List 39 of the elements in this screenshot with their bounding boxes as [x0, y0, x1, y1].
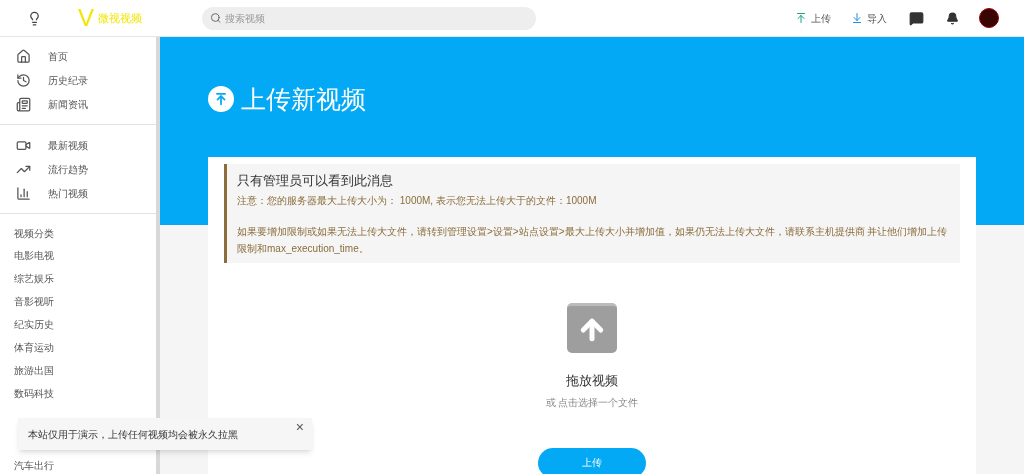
close-button[interactable]: ×	[295, 420, 304, 434]
home-icon	[16, 48, 31, 64]
sidebar-item[interactable]: 流行趋势	[48, 161, 88, 177]
sidebar-item[interactable]: 最新视频	[48, 137, 88, 153]
category-item[interactable]: 音影视听	[14, 294, 54, 309]
search-bar[interactable]: 搜索视频	[202, 6, 536, 30]
dropzone-title: 拖放视频	[566, 372, 618, 390]
notification-icon[interactable]	[946, 11, 959, 25]
notice-title: 只有管理员可以看到此消息	[237, 172, 394, 190]
sidebar-item[interactable]: 历史纪录	[48, 72, 88, 88]
avatar[interactable]	[979, 8, 999, 28]
upload-icon	[795, 12, 807, 24]
category-item[interactable]: 汽车出行	[14, 457, 54, 473]
search-icon	[210, 12, 222, 24]
category-item[interactable]: 旅游出国	[14, 363, 54, 378]
upload-box-icon[interactable]	[567, 303, 617, 353]
sidebar-item[interactable]: 热门视频	[48, 185, 88, 201]
upload-link[interactable]: 上传	[795, 10, 831, 26]
notice-text: 注意：您的服务器最大上传大小为： 1000M, 表示您无法上传大于的文件：1000M	[237, 194, 598, 208]
sidebar-item[interactable]: 首页	[48, 48, 68, 64]
category-item[interactable]: 电影电视	[14, 248, 54, 263]
newspaper-icon	[16, 96, 31, 112]
dropzone-subtitle[interactable]: 或 点击选择一个文件	[545, 394, 639, 410]
sidebar-item[interactable]: 新闻资讯	[48, 96, 88, 112]
category-item[interactable]: 体育运动	[14, 340, 54, 355]
section-heading: 视频分类	[14, 227, 55, 241]
page-title: 上传新视频	[241, 84, 366, 115]
import-link[interactable]: 导入	[851, 10, 887, 26]
bar-chart-icon	[16, 185, 31, 201]
history-icon	[16, 72, 31, 88]
download-icon	[851, 12, 863, 24]
category-item[interactable]: 数码科技	[14, 386, 54, 401]
search-field[interactable]: 搜索视频	[225, 10, 528, 26]
messages-icon[interactable]	[909, 10, 924, 26]
toast-text: 本站仅用于演示，上传任何视频均会被永久拉黑	[28, 427, 238, 442]
notice-text: 如果要增加限制或如果无法上传大文件，请转到管理设置>设置>站点设置>最大上传大小并增加值，如果仍无法上传大文件，请联系主机提供商 并让他们增加上传限制和max_execution_time。	[237, 225, 949, 256]
lightbulb-icon[interactable]	[27, 10, 42, 26]
category-item[interactable]: 纪实历史	[14, 317, 54, 332]
category-item[interactable]: 综艺娱乐	[14, 271, 54, 286]
